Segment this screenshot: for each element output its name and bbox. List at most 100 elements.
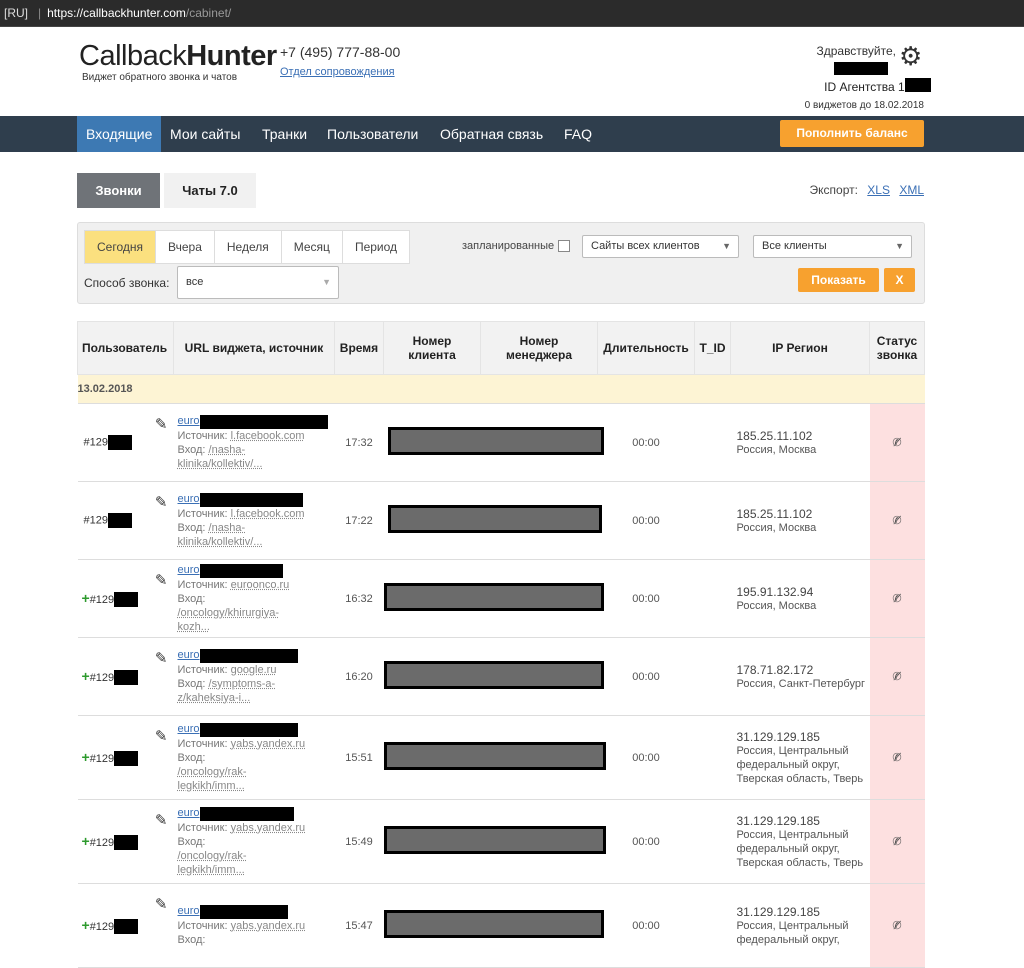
- widget-url-link[interactable]: euro: [178, 723, 200, 735]
- col-client-number: Номер клиента: [383, 321, 481, 375]
- plus-icon[interactable]: +: [82, 590, 90, 606]
- period-week[interactable]: Неделя: [215, 231, 282, 263]
- ip-region-cell: 185.25.11.102 Россия, Москва: [730, 481, 870, 560]
- col-duration: Длительность: [597, 321, 695, 375]
- url-host[interactable]: https://callbackhunter.com: [47, 6, 186, 20]
- widget-url-link[interactable]: euro: [178, 415, 200, 427]
- ip-address: 178.71.82.172: [736, 662, 814, 677]
- plus-icon[interactable]: +: [82, 917, 90, 933]
- logo[interactable]: CallbackHunter: [79, 40, 277, 73]
- edit-icon[interactable]: ✎: [155, 571, 168, 589]
- entry-value: /oncology/rak-legkikh/imm...: [177, 849, 247, 876]
- plus-icon[interactable]: +: [82, 668, 90, 684]
- edit-icon[interactable]: ✎: [155, 811, 168, 829]
- user-id: #129: [83, 436, 108, 449]
- gear-icon[interactable]: ⚙: [899, 43, 925, 69]
- greeting: Здравствуйте,: [816, 44, 896, 58]
- user-cell: +#129 ✎: [77, 559, 174, 638]
- status-cell: ✆̸: [869, 481, 925, 560]
- table-row[interactable]: +#129 ✎ euro Источник: yabs.yandex.ru Вх…: [77, 715, 925, 800]
- region: Россия, Центральный федеральный округ, Т…: [736, 828, 864, 869]
- scheduled-label: запланированные: [462, 240, 555, 252]
- source-label: Источник:: [177, 919, 228, 932]
- redacted-user-id: [107, 435, 132, 450]
- url-path[interactable]: /cabinet/: [186, 6, 231, 20]
- table-row[interactable]: #129 ✎ euro Источник: l.facebook.com Вхо…: [77, 403, 925, 482]
- redacted-url: [199, 722, 298, 737]
- redacted-user-id: [114, 835, 139, 851]
- redacted-phone-numbers: [387, 505, 602, 533]
- period-custom[interactable]: Период: [343, 231, 409, 263]
- widget-url-link[interactable]: euro: [178, 807, 200, 819]
- user-cell: #129 ✎: [77, 481, 174, 560]
- widget-url-link[interactable]: euro: [178, 564, 200, 576]
- table-row[interactable]: #129 ✎ euro Источник: l.facebook.com Вхо…: [77, 481, 925, 560]
- edit-icon[interactable]: ✎: [155, 493, 168, 511]
- user-cell: +#129 ✎: [77, 715, 174, 800]
- export-xml-link[interactable]: XML: [899, 183, 924, 197]
- table-row[interactable]: +#129 ✎ euro Источник: yabs.yandex.ru Вх…: [77, 883, 925, 968]
- scheduled-filter[interactable]: запланированные: [462, 240, 571, 253]
- redacted-user-id: [114, 919, 139, 935]
- ip-address: 195.91.132.94: [736, 584, 814, 599]
- edit-icon[interactable]: ✎: [155, 415, 168, 433]
- edit-icon[interactable]: ✎: [155, 649, 168, 667]
- plus-icon[interactable]: +: [82, 833, 90, 849]
- sites-select[interactable]: Сайты всех клиентов ▼: [582, 235, 739, 258]
- region: Россия, Центральный федеральный округ,: [736, 919, 849, 946]
- missed-call-icon: ✆̸: [892, 593, 902, 605]
- call-method-select[interactable]: все ▼: [177, 266, 339, 299]
- export-xls-link[interactable]: XLS: [867, 183, 890, 197]
- source-value: google.ru: [230, 663, 277, 676]
- period-yesterday[interactable]: Вчера: [156, 231, 215, 263]
- user-cell: +#129 ✎: [77, 637, 174, 716]
- chevron-down-icon: ▼: [722, 241, 731, 251]
- source-value: euroonco.ru: [230, 578, 290, 591]
- nav-trunks[interactable]: Транки: [262, 116, 307, 152]
- nav-faq[interactable]: FAQ: [564, 116, 592, 152]
- period-today[interactable]: Сегодня: [85, 231, 156, 263]
- date-label: 13.02.2018: [77, 374, 925, 404]
- edit-icon[interactable]: ✎: [155, 895, 168, 913]
- redacted-url: [199, 492, 303, 507]
- nav-users[interactable]: Пользователи: [327, 116, 418, 152]
- duration-cell: 00:00: [597, 481, 695, 560]
- edit-icon[interactable]: ✎: [155, 727, 168, 745]
- redacted-url: [199, 904, 288, 919]
- clients-select-value: Все клиенты: [762, 240, 827, 252]
- tab-calls[interactable]: Звонки: [77, 173, 160, 208]
- redacted-url: [199, 414, 328, 429]
- show-button[interactable]: Показать: [798, 268, 879, 292]
- region: Россия, Санкт-Петербург: [736, 677, 865, 690]
- nav-my-sites[interactable]: Мои сайты: [170, 116, 240, 152]
- widget-url-link[interactable]: euro: [178, 905, 200, 917]
- period-month[interactable]: Месяц: [282, 231, 343, 263]
- tab-chats[interactable]: Чаты 7.0: [164, 173, 256, 208]
- entry-label: Вход:: [177, 751, 206, 764]
- ip-address: 185.25.11.102: [736, 428, 813, 443]
- topup-balance-button[interactable]: Пополнить баланс: [780, 120, 924, 147]
- nav-incoming[interactable]: Входящие: [77, 116, 162, 152]
- browser-address-bar[interactable]: [RU] | https://callbackhunter.com/cabine…: [0, 0, 1024, 27]
- redacted-agency-id: [905, 78, 931, 92]
- phone-numbers-cell: [383, 799, 606, 884]
- table-row[interactable]: +#129 ✎ euro Источник: euroonco.ru Вход:…: [77, 559, 925, 638]
- nav-feedback[interactable]: Обратная связь: [440, 116, 543, 152]
- url-cell: euro Источник: google.ru Вход: /symptoms…: [173, 637, 335, 716]
- table-row[interactable]: +#129 ✎ euro Источник: google.ru Вход: /…: [77, 637, 925, 716]
- widget-url-link[interactable]: euro: [178, 493, 200, 505]
- tid-cell: [694, 637, 731, 716]
- redacted-user-id: [114, 751, 139, 767]
- support-link[interactable]: Отдел сопровождения: [280, 66, 395, 78]
- region: Россия, Москва: [736, 521, 817, 534]
- scheduled-checkbox[interactable]: [558, 240, 571, 253]
- status-cell: ✆̸: [869, 637, 925, 716]
- entry-value: /oncology/khirurgiya-kozh...: [177, 606, 280, 633]
- plus-icon[interactable]: +: [82, 749, 90, 765]
- widget-url-link[interactable]: euro: [178, 649, 200, 661]
- clear-filters-button[interactable]: X: [884, 268, 915, 292]
- clients-select[interactable]: Все клиенты ▼: [753, 235, 912, 258]
- table-row[interactable]: +#129 ✎ euro Источник: yabs.yandex.ru Вх…: [77, 799, 925, 884]
- user-id: #129: [89, 920, 115, 933]
- redacted-phone-numbers: [383, 583, 604, 611]
